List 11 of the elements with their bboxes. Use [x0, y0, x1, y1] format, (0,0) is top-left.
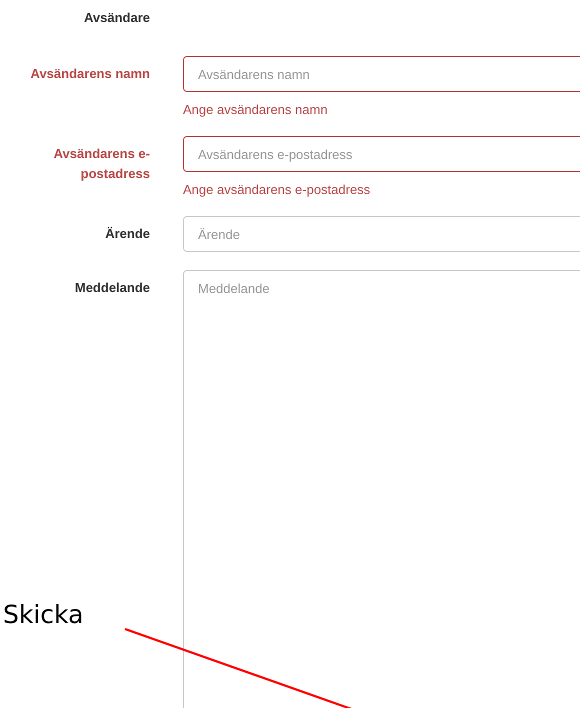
error-message: Ange avsändarens namn: [183, 102, 329, 118]
field-label: Avsändarens e-postadress: [52, 145, 150, 183]
input-field[interactable]: Avsändarens e-postadress: [183, 136, 580, 172]
error-message: Ange avsändarens e-postadress: [183, 182, 372, 198]
annotation-text: Skicka: [3, 600, 84, 629]
field-label: Meddelande: [74, 279, 150, 297]
field-label: Avsändarens namn: [30, 65, 150, 83]
field-label: Ärende: [104, 225, 150, 243]
input-field[interactable]: Avsändarens namn: [183, 56, 580, 92]
message-field[interactable]: Meddelande: [183, 270, 580, 708]
section-title: Avsändare: [83, 10, 150, 27]
